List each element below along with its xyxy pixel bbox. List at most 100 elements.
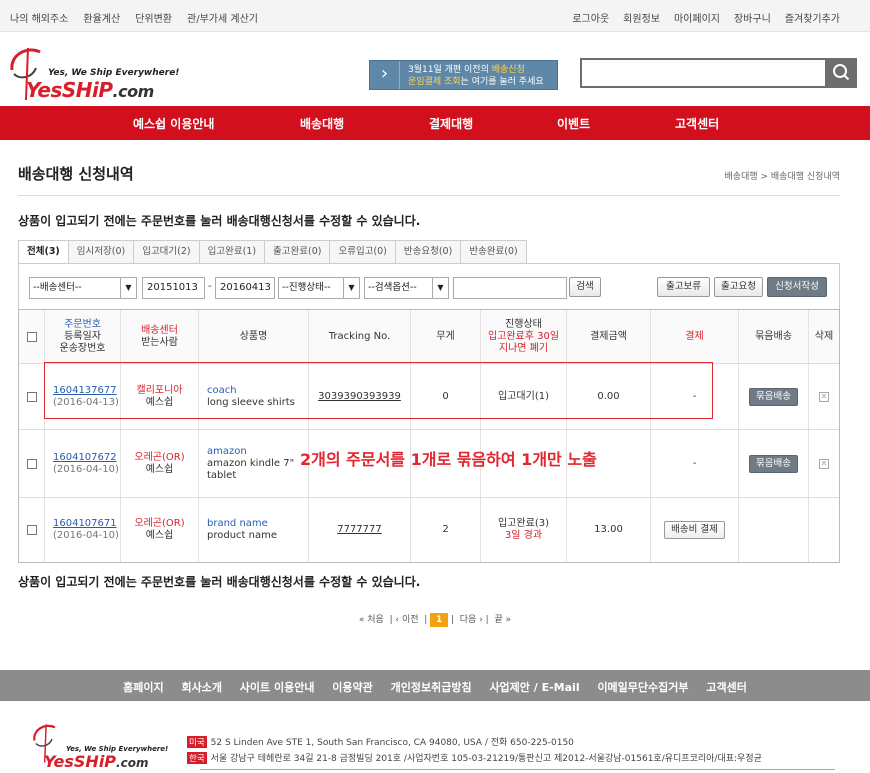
row-status-note: 3일 경과: [504, 530, 543, 541]
tab-awaiting[interactable]: 입고대기(2): [134, 240, 200, 264]
footer-terms-link[interactable]: 이용약관: [332, 681, 372, 694]
header-delete: 삭제: [814, 330, 834, 342]
date-separator: -: [208, 281, 212, 292]
chevron-down-icon: ▼: [432, 278, 448, 298]
us-address: 미국 52 S Linden Ave STE 1, South San Franc…: [187, 736, 574, 748]
bundle-button[interactable]: 묶음배송: [749, 387, 798, 406]
nav-guide[interactable]: 예스쉽 이용안내: [133, 115, 214, 132]
date-to-input[interactable]: 20160413: [215, 277, 275, 299]
row-weight: 2: [411, 498, 481, 562]
header-recipient: 받는사람: [141, 336, 178, 348]
us-badge: 미국: [187, 736, 207, 748]
top-right-links: 로그아웃 회원정보 마이페이지 장바구니 즐겨찾기추가: [572, 10, 840, 25]
tab-return-done[interactable]: 반송완료(0): [461, 240, 527, 264]
chevron-right-icon: ›: [479, 615, 483, 625]
header-reg-date: 등록일자: [64, 330, 101, 342]
header-status-cell: 진행상태 입고완료후 30일 지나면 폐기: [481, 310, 567, 363]
order-number-link[interactable]: 1604107671: [53, 518, 119, 530]
header-payment: 결제: [651, 310, 739, 363]
double-chevron-left-icon: «: [358, 615, 365, 625]
hold-shipment-button[interactable]: 출고보류: [657, 277, 710, 297]
order-number-link[interactable]: 1604107672: [53, 452, 119, 464]
site-search-input[interactable]: [580, 58, 825, 88]
row-checkbox[interactable]: [26, 525, 37, 535]
search-option-select[interactable]: --검색옵션-- ▼: [364, 277, 449, 299]
footer-nav: 홈페이지 회사소개 사이트 이용안내 이용약관 개인정보취급방침 사업제안 / …: [0, 670, 870, 701]
row-amount: 13.00: [567, 498, 651, 562]
row-bundle-empty: [739, 498, 809, 562]
unit-convert-link[interactable]: 단위변환: [135, 10, 172, 25]
center-select[interactable]: --배송센터-- ▼: [29, 277, 137, 299]
bundle-button[interactable]: 묶음배송: [749, 454, 798, 473]
first-page-link[interactable]: 처음: [367, 615, 384, 625]
site-logo[interactable]: Yes, We Ship Everywhere! YesSHiP.com: [6, 42, 196, 102]
nav-support[interactable]: 고객센터: [675, 115, 719, 132]
exchange-rate-link[interactable]: 환율계산: [83, 10, 120, 25]
current-page[interactable]: 1: [430, 613, 449, 627]
date-from-input[interactable]: 20151013: [142, 277, 205, 299]
nav-event[interactable]: 이벤트: [557, 115, 590, 132]
new-application-button[interactable]: 신청서작성: [767, 277, 827, 297]
mypage-link[interactable]: 마이페이지: [674, 10, 720, 25]
kr-badge: 한국: [187, 752, 207, 764]
footer-privacy-link[interactable]: 개인정보취급방침: [391, 681, 472, 694]
row-product: amazon kindle 7" tablet: [207, 457, 295, 481]
footer-proposal-link[interactable]: 사업제안 / E-Mail: [489, 681, 579, 694]
orders-table: 주문번호 등록일자 운송장번호 배송센터 받는사람 상품명 Tracking No. …: [18, 309, 840, 563]
page-title: 배송대행 신청내역: [18, 165, 134, 183]
logout-link[interactable]: 로그아웃: [572, 10, 609, 25]
row-product: product name: [207, 530, 277, 541]
legacy-lookup-banner[interactable]: › 3월11일 개편 이전의 배송신청 운임결제 조회는 여기를 눌러 주세요: [369, 60, 558, 90]
tab-shipped[interactable]: 출고완료(0): [265, 240, 331, 264]
nav-payment[interactable]: 결제대행: [429, 115, 473, 132]
member-info-link[interactable]: 회원정보: [623, 10, 660, 25]
filter-bar: --배송센터-- ▼ 20151013 - 20160413 --진행상태-- ▼ …: [18, 263, 840, 309]
status-select[interactable]: --진행상태-- ▼: [278, 277, 360, 299]
footer-email-policy-link[interactable]: 이메일무단수집거부: [597, 681, 688, 694]
footer-guide-link[interactable]: 사이트 이용안내: [240, 681, 315, 694]
pay-shipping-button[interactable]: 배송비 결제: [664, 521, 725, 539]
nav-shipping[interactable]: 배송대행: [300, 115, 344, 132]
cart-link[interactable]: 장바구니: [734, 10, 771, 25]
logo-tagline: Yes, We Ship Everywhere!: [48, 68, 180, 78]
banner-text: 3월11일 개편 이전의 배송신청 운임결제 조회는 여기를 눌러 주세요: [408, 65, 544, 87]
next-page-link[interactable]: 다음: [460, 615, 477, 625]
header-center: 배송센터: [141, 324, 178, 336]
prev-page-link[interactable]: 이전: [402, 615, 419, 625]
row-recipient: 예스쉽: [145, 463, 174, 475]
bookmark-link[interactable]: 즐겨찾기추가: [785, 10, 840, 25]
tab-received[interactable]: 입고완료(1): [199, 240, 266, 264]
row-payment: -: [651, 430, 739, 497]
select-all-checkbox[interactable]: [26, 331, 37, 342]
logo-brand: YesSHiP.com: [26, 78, 154, 102]
tab-return-request[interactable]: 반송요청(0): [395, 240, 462, 264]
header-tracking: Tracking No.: [309, 310, 411, 363]
row-recipient: 예스쉽: [145, 530, 174, 541]
row-checkbox[interactable]: [26, 391, 37, 402]
last-page-link[interactable]: 끝: [494, 615, 502, 625]
row-tracking[interactable]: 7777777: [309, 498, 411, 562]
tax-calculator-link[interactable]: 관/부가세 계산기: [187, 10, 258, 25]
keyword-input[interactable]: [453, 277, 567, 299]
top-left-links: 나의 해외주소 환율계산 단위변환 관/부가세 계산기: [10, 10, 258, 25]
row-checkbox[interactable]: [26, 458, 37, 469]
search-button[interactable]: [825, 58, 857, 88]
delete-icon[interactable]: ✕: [819, 458, 829, 469]
footer-home-link[interactable]: 홈페이지: [123, 681, 163, 694]
chevron-down-icon: ▼: [343, 278, 359, 298]
chevron-down-icon: ▼: [120, 278, 136, 298]
footer-logo[interactable]: Yes, We Ship Everywhere! YesSHiP.com: [30, 720, 190, 771]
delete-icon[interactable]: ✕: [819, 391, 829, 402]
order-date: (2016-04-10): [53, 463, 119, 475]
footer-about-link[interactable]: 회사소개: [181, 681, 221, 694]
footer-logo-brand: YesSHiP.com: [44, 752, 149, 771]
footer-support-link[interactable]: 고객센터: [706, 681, 746, 694]
header: Yes, We Ship Everywhere! YesSHiP.com › 3…: [0, 32, 870, 106]
tab-error[interactable]: 오류입고(0): [330, 240, 396, 264]
my-overseas-address-link[interactable]: 나의 해외주소: [10, 10, 68, 25]
header-status-note2: 지나면 폐기: [498, 342, 549, 354]
request-shipment-button[interactable]: 출고요청: [714, 277, 763, 297]
search-submit-button[interactable]: 검색: [569, 277, 601, 297]
tab-temp-saved[interactable]: 임시저장(0): [68, 240, 135, 264]
tab-all[interactable]: 전체(3): [18, 240, 69, 264]
